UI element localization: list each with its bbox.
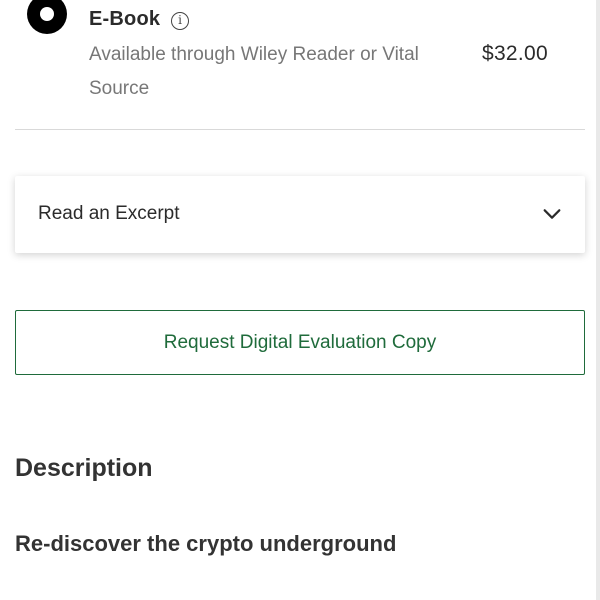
format-option-ebook[interactable]: E-Book i Available through Wiley Reader … — [0, 0, 585, 110]
request-evaluation-copy-button[interactable]: Request Digital Evaluation Copy — [15, 310, 585, 375]
scrollbar-track[interactable] — [596, 0, 600, 600]
format-title: E-Book — [89, 8, 161, 30]
description-subtitle: Re-discover the crypto underground — [15, 531, 397, 556]
chevron-down-icon — [543, 209, 561, 219]
read-excerpt-accordion[interactable]: Read an Excerpt — [15, 176, 585, 253]
radio-button-selected[interactable] — [27, 0, 67, 34]
excerpt-label: Read an Excerpt — [38, 203, 180, 224]
format-price: $32.00 — [481, 42, 548, 65]
format-description: Available through Wiley Reader or Vital … — [89, 44, 419, 99]
info-icon[interactable]: i — [171, 12, 189, 30]
product-page: E-Book i Available through Wiley Reader … — [0, 0, 600, 600]
radio-inner-dot — [40, 7, 54, 21]
description-heading: Description — [15, 454, 153, 482]
section-divider — [15, 129, 585, 130]
